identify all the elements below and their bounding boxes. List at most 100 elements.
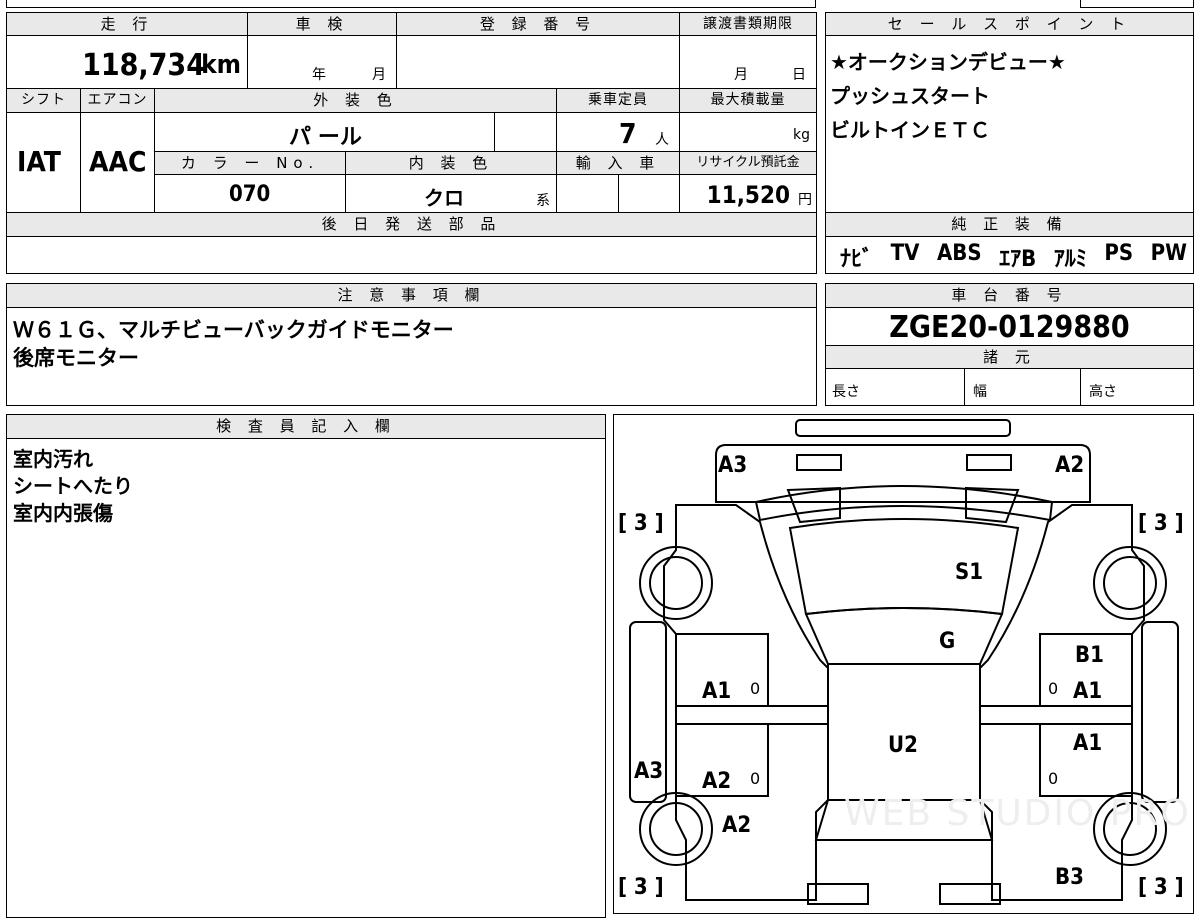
notes-line-2: 後席モニター bbox=[13, 346, 139, 370]
sales-line-1: ★オークションデビュー★ bbox=[830, 50, 1066, 74]
import-header: 輸 入 車 bbox=[556, 151, 680, 175]
later-parts-cell bbox=[6, 236, 817, 274]
interior-color-suffix: 系 bbox=[536, 193, 550, 209]
wiper-left-shape bbox=[786, 486, 841, 524]
shift-value: IAT bbox=[17, 145, 61, 178]
inspector-line-2: シートへたり bbox=[13, 474, 133, 498]
damage-label-a2-left: A2 bbox=[702, 769, 732, 794]
roof-shape bbox=[827, 663, 981, 801]
body-left-shape bbox=[663, 504, 829, 901]
colorno-value: 070 bbox=[229, 182, 271, 207]
exterior-color-extra-cell bbox=[494, 112, 557, 152]
sales-line-3: ビルトインＥＴＣ bbox=[830, 118, 990, 142]
watermark: WEB STUDIO PRO bbox=[844, 793, 1191, 834]
capacity-cell: 7 人 bbox=[556, 112, 680, 152]
chassis-number: ZGE20-0129880 bbox=[889, 310, 1130, 345]
chassis-header: 車 台 番 号 bbox=[825, 283, 1194, 308]
spec-height-label: 高さ bbox=[1089, 384, 1117, 400]
interior-color-header: 内 装 色 bbox=[345, 151, 557, 175]
equipment-header: 純 正 装 備 bbox=[825, 212, 1194, 237]
exterior-color-value: パ ール bbox=[289, 125, 362, 150]
tire-label-front-left: [ 3 ] bbox=[618, 511, 664, 536]
transfer-month-unit: 月 bbox=[734, 67, 748, 83]
car-diagram bbox=[629, 419, 1179, 905]
headlight-left-shape bbox=[796, 454, 842, 471]
recycle-unit: 円 bbox=[798, 192, 812, 208]
damage-label-a2-left-lower: A2 bbox=[722, 813, 752, 838]
import-cell-b bbox=[618, 174, 680, 213]
equipment-item-navi: ﾅﾋﾞ bbox=[840, 247, 874, 272]
inspector-line-3: 室内内張傷 bbox=[13, 501, 113, 525]
roof-front-shape bbox=[804, 607, 1004, 665]
chassis-box: ZGE20-0129880 bbox=[825, 307, 1194, 346]
maxload-cell: kg bbox=[679, 112, 817, 152]
sales-line-2: プッシュスタート bbox=[830, 84, 990, 108]
damage-label-b1: B1 bbox=[1075, 643, 1104, 668]
inspector-line-1: 室内汚れ bbox=[13, 447, 93, 471]
equipment-item-alloy: ｱﾙﾐ bbox=[1053, 247, 1087, 272]
registration-cell bbox=[396, 35, 680, 89]
damage-label-a1-left: A1 bbox=[702, 679, 732, 704]
spec-length-cell: 長さ bbox=[825, 368, 965, 406]
mark-zero-4: 0 bbox=[1048, 769, 1059, 788]
spec-height-cell: 高さ bbox=[1080, 368, 1194, 406]
tire-label-front-right: [ 3 ] bbox=[1138, 511, 1184, 536]
transfer-day-unit: 日 bbox=[792, 67, 806, 83]
exterior-color-cell: パ ール bbox=[154, 112, 495, 152]
shift-header: シフト bbox=[6, 88, 81, 113]
later-parts-header: 後 日 発 送 部 品 bbox=[6, 212, 817, 237]
capacity-value: 7 bbox=[619, 117, 637, 150]
headlight-right-shape bbox=[966, 454, 1012, 471]
inspection-cell: 年 月 bbox=[247, 35, 397, 89]
registration-header: 登 録 番 号 bbox=[396, 12, 680, 36]
colorno-cell: 070 bbox=[154, 174, 346, 213]
odometer-value: 118,734 bbox=[82, 48, 205, 83]
odometer-cell: 118,734 km bbox=[6, 35, 248, 89]
odometer-header: 走 行 bbox=[6, 12, 248, 36]
damage-label-b3: B3 bbox=[1055, 865, 1084, 890]
spec-width-cell: 幅 bbox=[964, 368, 1081, 406]
equipment-item-tv: TV bbox=[890, 241, 920, 266]
inspector-header: 検 査 員 記 入 欄 bbox=[6, 414, 606, 439]
spec-length-label: 長さ bbox=[832, 384, 860, 400]
equipment-item-airbag: ｴｱB bbox=[999, 247, 1037, 272]
damage-label-a3-top-left: A3 bbox=[718, 453, 748, 478]
recycle-value: 11,520 bbox=[706, 181, 790, 209]
car-diagram-box: WEB STUDIO PRO A3 A2 [ 3 ] [ 3 ] S1 G B1… bbox=[613, 414, 1194, 914]
colorno-header: カ ラ ー No. bbox=[154, 151, 346, 175]
sales-point-header: セ ー ル ス ポ イ ン ト bbox=[825, 12, 1194, 36]
spec-width-label: 幅 bbox=[973, 384, 987, 400]
equipment-box: ﾅﾋﾞ TV ABS ｴｱB ｱﾙﾐ PS PW bbox=[825, 236, 1194, 274]
damage-label-g: G bbox=[939, 629, 956, 654]
maxload-unit: kg bbox=[793, 127, 810, 143]
front-bumper-shape bbox=[795, 419, 1011, 437]
capacity-header: 乗車定員 bbox=[556, 88, 680, 113]
mark-zero-2: 0 bbox=[1048, 679, 1059, 698]
sill-right-shape bbox=[1141, 621, 1179, 803]
inspection-header: 車 検 bbox=[247, 12, 397, 36]
equipment-list: ﾅﾋﾞ TV ABS ｴｱB ｱﾙﾐ PS PW bbox=[840, 241, 1187, 273]
damage-label-u2: U2 bbox=[888, 733, 918, 758]
capacity-unit: 人 bbox=[655, 132, 669, 148]
equipment-item-pw: PW bbox=[1150, 241, 1187, 266]
transfer-cell: 月 日 bbox=[679, 35, 817, 89]
damage-label-a3-left: A3 bbox=[634, 759, 664, 784]
damage-label-a1-right-rear: A1 bbox=[1073, 731, 1103, 756]
inspection-month-unit: 月 bbox=[372, 67, 386, 83]
exterior-color-header: 外 装 色 bbox=[154, 88, 557, 113]
front-nose-shape bbox=[715, 444, 1091, 503]
ac-value: AAC bbox=[89, 145, 147, 178]
recycle-cell: 11,520 円 bbox=[679, 174, 817, 213]
interior-color-cell: クロ 系 bbox=[345, 174, 557, 213]
damage-label-s1: S1 bbox=[955, 560, 984, 585]
interior-color-value: クロ bbox=[424, 186, 464, 210]
transfer-deadline-header: 譲渡書類期限 bbox=[679, 12, 817, 36]
body-right-shape bbox=[979, 504, 1145, 901]
mark-zero-1: 0 bbox=[750, 679, 761, 698]
maxload-header: 最大積載量 bbox=[679, 88, 817, 113]
mark-zero-3: 0 bbox=[750, 769, 761, 788]
windshield-shape bbox=[788, 518, 1020, 616]
shift-cell: IAT bbox=[6, 112, 81, 213]
tire-label-rear-left: [ 3 ] bbox=[618, 875, 664, 900]
notes-box: Ｗ６１Ｇ、マルチビューバックガイドモニター 後席モニター bbox=[6, 307, 817, 406]
